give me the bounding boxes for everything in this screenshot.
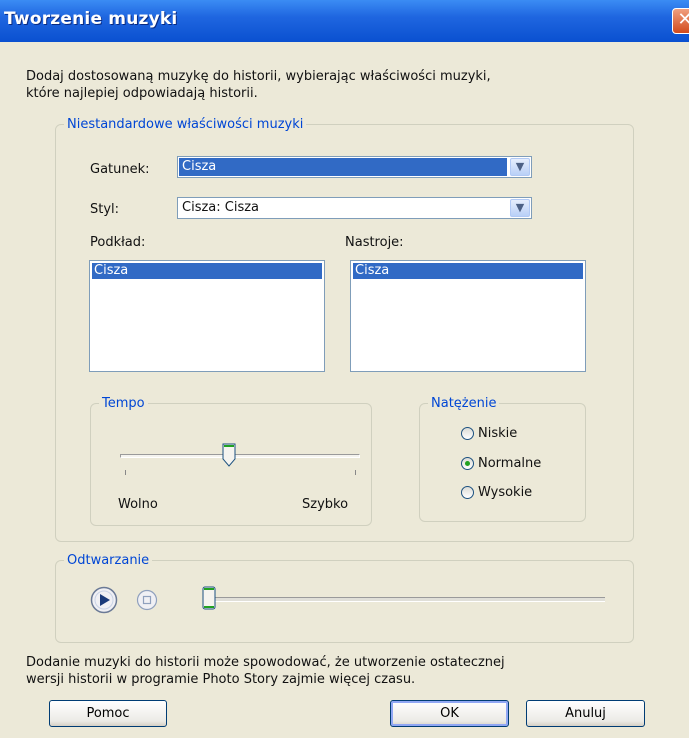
title-bar[interactable]: Tworzenie muzyki ✕ (0, 0, 689, 42)
footer-text-line-2: wersji historii w programie Photo Story … (26, 672, 416, 687)
radio-button[interactable] (461, 427, 474, 440)
close-icon[interactable]: ✕ (672, 8, 689, 34)
footer-text-line-1: Dodanie muzyki do historii może spowodow… (26, 655, 505, 670)
ok-button[interactable]: OK (390, 700, 509, 727)
genre-label: Gatunek: (90, 162, 150, 177)
list-item[interactable]: Cisza (92, 263, 322, 279)
play-icon[interactable] (90, 586, 118, 614)
intensity-legend: Natężenie (431, 396, 497, 411)
radio-label: Normalne (478, 456, 542, 471)
playback-slider-track[interactable] (205, 597, 605, 602)
tempo-legend: Tempo (102, 396, 145, 411)
list-item[interactable]: Cisza (353, 263, 583, 279)
radio-label: Niskie (478, 426, 518, 441)
radio-label: Wysokie (478, 485, 533, 500)
intro-text-line-2: które najlepiej odpowiadają historii. (26, 86, 258, 101)
tempo-tick-min (125, 470, 126, 475)
moods-listbox[interactable]: Cisza (350, 260, 586, 372)
moods-label: Nastroje: (345, 235, 404, 250)
tempo-slow-label: Wolno (118, 497, 158, 512)
playback-legend: Odtwarzanie (67, 553, 150, 568)
window-title: Tworzenie muzyki (4, 9, 178, 29)
style-dropdown[interactable]: Cisza: Cisza ▼ (177, 197, 532, 219)
bands-label: Podkład: (90, 235, 146, 250)
chevron-down-icon[interactable]: ▼ (510, 158, 530, 176)
radio-button[interactable] (461, 457, 474, 470)
tempo-fast-label: Szybko (302, 497, 349, 512)
tempo-slider-thumb[interactable] (222, 443, 236, 467)
cancel-button[interactable]: Anuluj (526, 700, 645, 727)
tempo-tick-max (355, 470, 356, 475)
chevron-down-icon[interactable]: ▼ (510, 199, 530, 217)
genre-value: Cisza (179, 158, 507, 176)
stop-icon[interactable] (136, 589, 158, 611)
tempo-slider-track[interactable] (120, 454, 360, 458)
radio-button[interactable] (461, 486, 474, 499)
intro-text-line-1: Dodaj dostosowaną muzykę do historii, wy… (26, 69, 491, 84)
genre-dropdown[interactable]: Cisza ▼ (177, 156, 532, 178)
style-value: Cisza: Cisza (182, 200, 260, 215)
music-properties-legend: Niestandardowe właściwości muzyki (67, 117, 304, 132)
playback-slider-thumb[interactable] (202, 586, 216, 610)
bands-listbox[interactable]: Cisza (89, 260, 325, 372)
style-label: Styl: (90, 202, 120, 217)
help-button[interactable]: Pomoc (49, 700, 167, 727)
